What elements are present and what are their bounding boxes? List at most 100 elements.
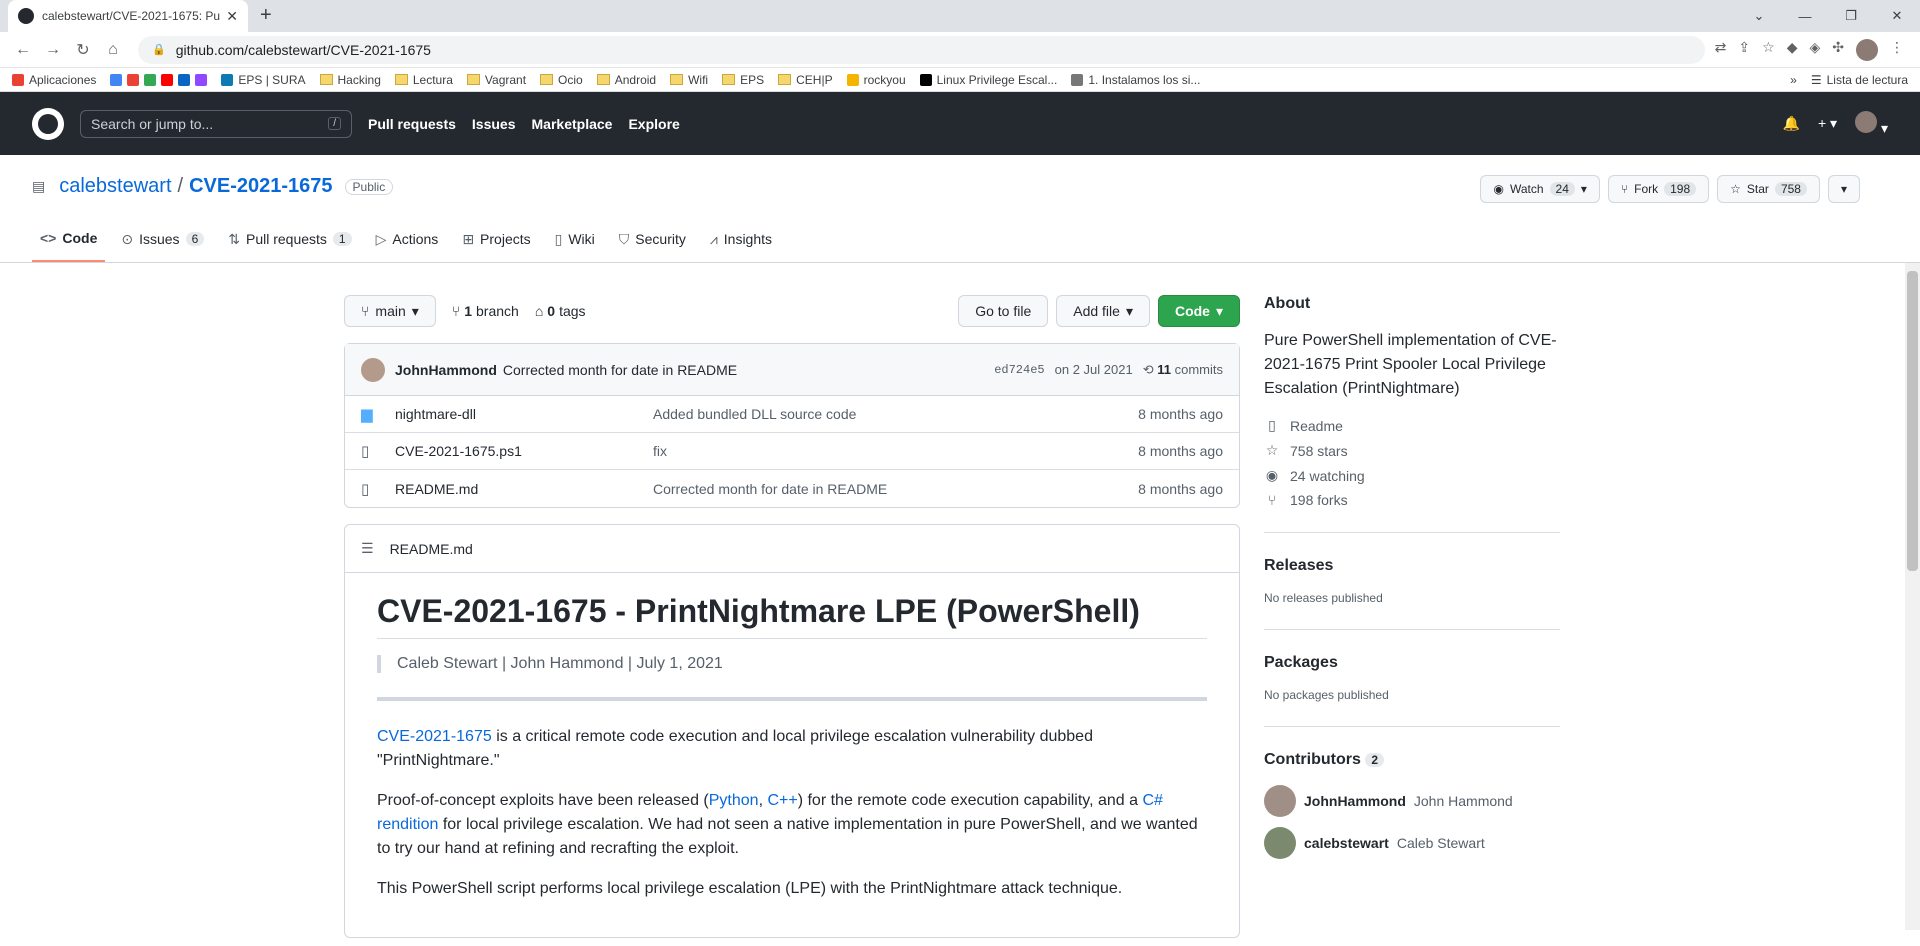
puzzle-icon[interactable]: ✣: [1832, 39, 1844, 61]
reload-icon[interactable]: ↻: [68, 40, 98, 60]
minimize-icon[interactable]: —: [1782, 0, 1828, 32]
extension-icon[interactable]: ◆: [1787, 39, 1798, 61]
readme-link[interactable]: ▯ Readme: [1264, 417, 1560, 434]
tags-link[interactable]: ⌂ 0 tags: [535, 303, 586, 319]
bookmark-star-icon[interactable]: ☆: [1762, 39, 1775, 61]
tab-security[interactable]: ⛉ Security: [611, 220, 694, 262]
extension-icon[interactable]: ◈: [1809, 39, 1820, 61]
repo-owner-link[interactable]: calebstewart: [59, 175, 171, 198]
file-name[interactable]: nightmare-dll: [395, 406, 653, 422]
file-name[interactable]: README.md: [395, 481, 653, 497]
search-input[interactable]: Search or jump to... /: [80, 109, 352, 138]
notifications-bell-icon[interactable]: 🔔: [1783, 115, 1800, 132]
close-tab-icon[interactable]: ✕: [226, 8, 238, 25]
branches-link[interactable]: ⑂ 1 branch: [452, 303, 519, 319]
url-field[interactable]: 🔒 github.com/calebstewart/CVE-2021-1675: [138, 35, 1705, 64]
commit-author[interactable]: JohnHammond: [395, 362, 497, 378]
translate-icon[interactable]: ⇄: [1715, 39, 1727, 61]
bookmark-icons[interactable]: [110, 73, 208, 86]
bookmark-eps-sura[interactable]: EPS | SURA: [221, 73, 306, 87]
create-new-icon[interactable]: + ▾: [1818, 115, 1837, 132]
go-to-file-button[interactable]: Go to file: [958, 295, 1049, 327]
bookmark-lectura[interactable]: Lectura: [394, 73, 453, 87]
lock-icon[interactable]: 🔒: [152, 43, 166, 56]
bookmark-eps[interactable]: EPS: [722, 73, 764, 87]
tab-label: Projects: [480, 231, 531, 247]
new-tab-button[interactable]: +: [260, 4, 272, 27]
tab-issues[interactable]: ⊙ Issues 6: [113, 220, 212, 262]
nav-issues[interactable]: Issues: [472, 116, 516, 132]
menu-icon[interactable]: ⋮: [1890, 39, 1904, 61]
watch-button[interactable]: ◉ Watch 24 ▾: [1480, 175, 1600, 203]
bookmark-instalamos[interactable]: 1. Instalamos los si...: [1071, 73, 1200, 87]
avatar[interactable]: [361, 357, 385, 382]
bookmark-apps[interactable]: Aplicaciones: [12, 73, 96, 87]
nav-pull-requests[interactable]: Pull requests: [368, 116, 456, 132]
bookmark-wifi[interactable]: Wifi: [670, 73, 708, 87]
bookmark-cehp[interactable]: CEH|P: [778, 73, 833, 87]
repo-tabs: <> Code ⊙ Issues 6 ⇅ Pull requests 1 ▷ Actions…: [32, 220, 1888, 262]
watching-link[interactable]: ◉ 24 watching: [1264, 467, 1560, 484]
restore-icon[interactable]: ❐: [1828, 0, 1874, 32]
cve-link[interactable]: CVE-2021-1675: [377, 728, 492, 745]
file-commit-message[interactable]: Added bundled DLL source code: [653, 406, 1138, 422]
reading-list[interactable]: ☰ Lista de lectura: [1811, 73, 1908, 87]
tab-pull-requests[interactable]: ⇅ Pull requests 1: [220, 220, 359, 262]
nav-marketplace[interactable]: Marketplace: [532, 116, 613, 132]
packages-heading[interactable]: Packages: [1264, 654, 1560, 672]
browser-tab[interactable]: calebstewart/CVE-2021-1675: Pu ✕: [8, 0, 248, 32]
bookmark-overflow-icon[interactable]: »: [1790, 73, 1797, 87]
repo-name-link[interactable]: CVE-2021-1675: [189, 175, 332, 198]
contributors-heading[interactable]: Contributors 2: [1264, 751, 1560, 769]
home-icon[interactable]: ⌂: [98, 41, 128, 59]
commit-message[interactable]: Corrected month for date in README: [503, 362, 737, 378]
file-commit-message[interactable]: fix: [653, 443, 1138, 459]
forks-link[interactable]: ⑂ 198 forks: [1264, 492, 1560, 508]
commits-link[interactable]: ⟲ 11 commits: [1143, 362, 1223, 378]
tab-insights[interactable]: ⩘ Insights: [702, 220, 780, 262]
page-scrollbar[interactable]: [1905, 263, 1920, 930]
branch-select[interactable]: ⑂ main ▾: [344, 295, 436, 327]
readme-filename[interactable]: README.md: [390, 541, 473, 557]
list-item[interactable]: calebstewart Caleb Stewart: [1264, 827, 1560, 859]
forward-icon[interactable]: →: [38, 41, 68, 59]
code-button[interactable]: Code ▾: [1157, 295, 1240, 327]
python-link[interactable]: Python: [709, 792, 759, 809]
commit-sha[interactable]: ed724e5: [994, 363, 1044, 377]
star-button[interactable]: ☆ Star 758: [1717, 175, 1820, 203]
close-window-icon[interactable]: ✕: [1874, 0, 1920, 32]
releases-heading[interactable]: Releases: [1264, 557, 1560, 575]
list-icon[interactable]: ☰: [361, 540, 374, 557]
tab-code[interactable]: <> Code: [32, 220, 106, 262]
file-name[interactable]: CVE-2021-1675.ps1: [395, 443, 653, 459]
tab-search-icon[interactable]: ⌄: [1736, 0, 1782, 32]
add-file-button[interactable]: Add file ▾: [1056, 295, 1150, 327]
tab-projects[interactable]: ⊞ Projects: [454, 220, 538, 262]
user-menu[interactable]: ▾: [1855, 110, 1888, 137]
stars-link[interactable]: ☆ 758 stars: [1264, 442, 1560, 459]
bookmark-vagrant[interactable]: Vagrant: [466, 73, 526, 87]
github-logo-icon[interactable]: [32, 107, 64, 140]
tab-wiki[interactable]: ▯ Wiki: [547, 220, 603, 262]
scrollbar-thumb[interactable]: [1907, 271, 1918, 571]
tab-label: Code: [62, 230, 98, 246]
tab-actions[interactable]: ▷ Actions: [368, 220, 447, 262]
bookmark-ocio[interactable]: Ocio: [540, 73, 583, 87]
bookmark-rockyou[interactable]: rockyou: [846, 73, 906, 87]
branch-label: main: [375, 303, 406, 319]
folder-icon: [319, 74, 333, 85]
bookmark-linux-privesc[interactable]: Linux Privilege Escal...: [919, 73, 1057, 87]
bookmark-android[interactable]: Android: [596, 73, 656, 87]
back-icon[interactable]: ←: [8, 41, 38, 59]
profile-avatar[interactable]: [1856, 38, 1878, 61]
file-commit-message[interactable]: Corrected month for date in README: [653, 481, 1138, 497]
nav-explore[interactable]: Explore: [628, 116, 679, 132]
list-item[interactable]: JohnHammond John Hammond: [1264, 785, 1560, 817]
star-lists-dropdown[interactable]: ▾: [1827, 175, 1860, 203]
site-icon: [1071, 73, 1084, 86]
cpp-link[interactable]: C++: [767, 792, 797, 809]
site-icon: [919, 73, 932, 86]
bookmark-hacking[interactable]: Hacking: [319, 73, 381, 87]
share-icon[interactable]: ⇪: [1738, 39, 1750, 61]
fork-button[interactable]: ⑂ Fork 198: [1607, 175, 1710, 203]
